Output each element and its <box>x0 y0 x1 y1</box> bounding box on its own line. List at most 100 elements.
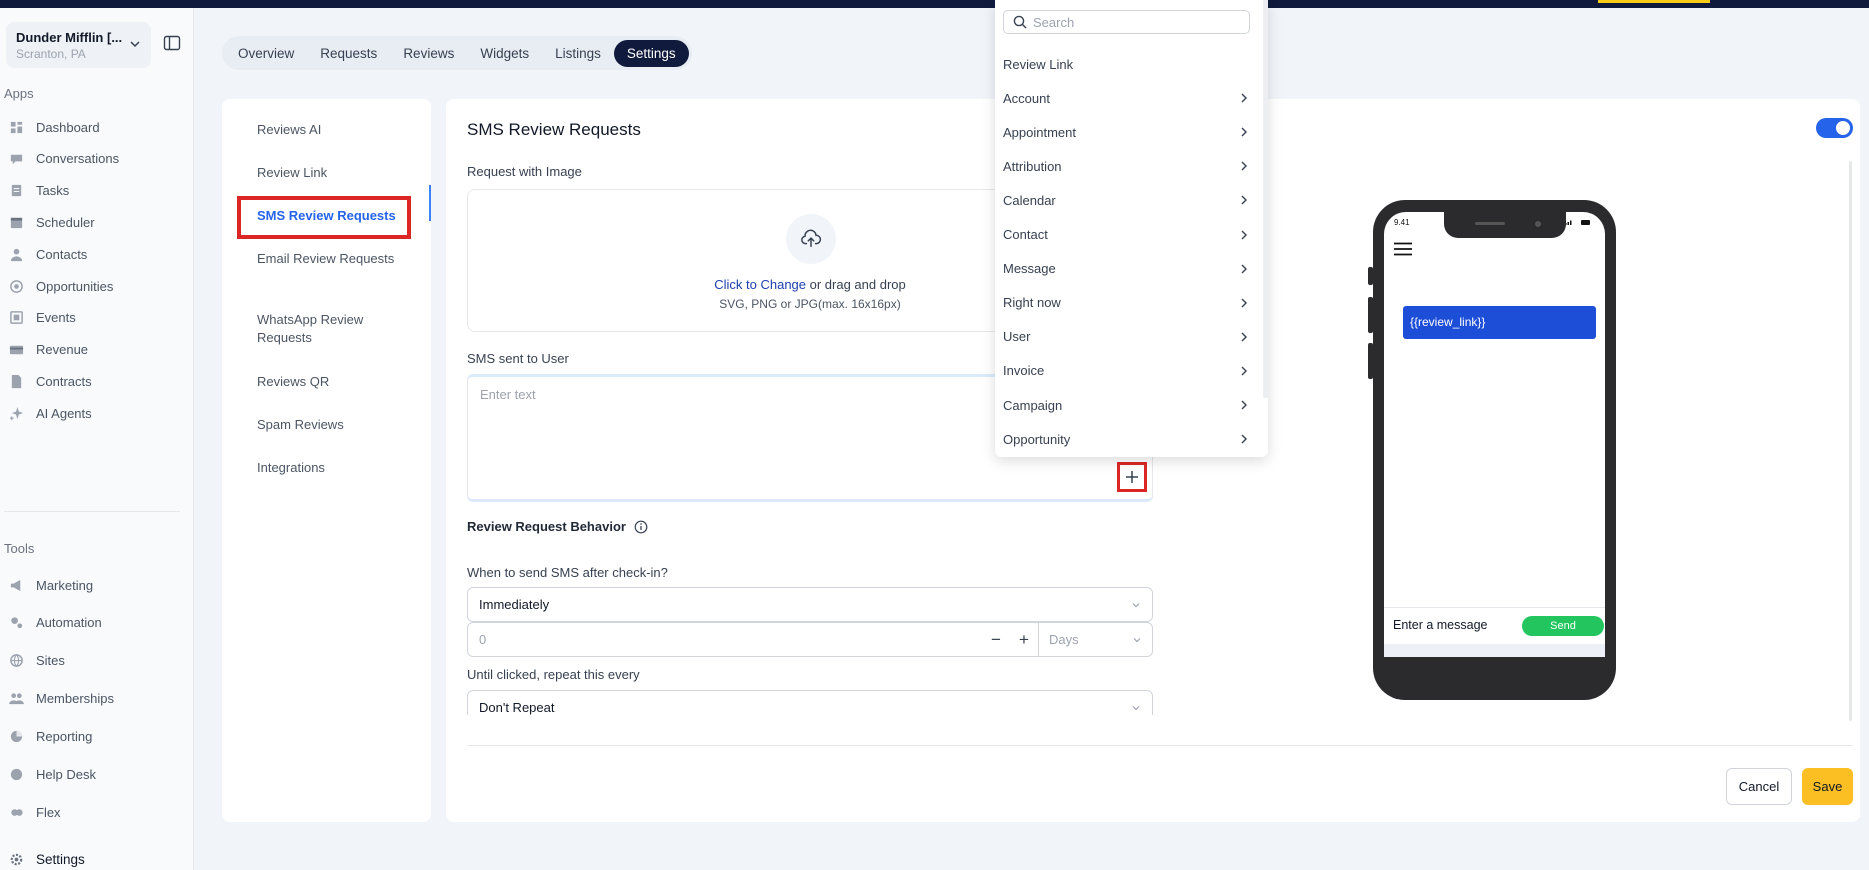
chevron-right-icon <box>1241 332 1247 342</box>
subnav-email-review-requests[interactable]: Email Review Requests <box>257 250 407 268</box>
sidebar-divider <box>4 511 180 512</box>
sidebar-item-ai-agents[interactable]: AI Agents <box>8 400 183 426</box>
sidebar-item-help-desk[interactable]: Help Desk <box>8 762 183 788</box>
tab-widgets[interactable]: Widgets <box>467 40 542 67</box>
dropdown-search[interactable] <box>1003 10 1250 34</box>
when-to-send-select[interactable]: Immediately <box>467 587 1153 622</box>
sidebar-item-contracts[interactable]: Contracts <box>8 368 183 394</box>
phone-speaker <box>1475 222 1505 225</box>
sidebar-item-label: Opportunities <box>36 278 114 294</box>
sidebar: Dunder Mifflin [... Scranton, PA Apps Da… <box>0 8 194 870</box>
tab-settings[interactable]: Settings <box>613 39 689 67</box>
when-to-send-value: Immediately <box>479 597 550 612</box>
top-bar-accent <box>1598 0 1710 3</box>
globe-icon <box>8 653 24 669</box>
tab-requests[interactable]: Requests <box>307 40 390 67</box>
sidebar-item-automation[interactable]: Automation <box>8 610 183 636</box>
sidebar-item-reporting[interactable]: Reporting <box>8 724 183 750</box>
dropdown-item-appointment[interactable]: Appointment <box>1003 119 1251 145</box>
delay-unit-select[interactable]: Days <box>1038 623 1152 656</box>
dropdown-item-label: Attribution <box>1003 158 1062 174</box>
chevron-right-icon <box>1241 230 1247 239</box>
dropdown-item-label: User <box>1003 329 1031 345</box>
sidebar-item-settings[interactable]: Settings <box>8 846 183 870</box>
chevron-right-icon <box>1241 93 1247 103</box>
sidebar-item-memberships[interactable]: Memberships <box>8 686 183 712</box>
subnav-review-link[interactable]: Review Link <box>257 164 407 182</box>
sms-requests-toggle[interactable] <box>1816 118 1853 138</box>
group-icon <box>8 691 24 707</box>
content-scrollbar[interactable] <box>1849 161 1852 721</box>
dropdown-item-label: Message <box>1003 261 1056 277</box>
subnav-reviews-ai[interactable]: Reviews AI <box>257 121 407 139</box>
sidebar-item-label: Conversations <box>36 151 120 167</box>
increment-button[interactable]: + <box>1010 630 1038 650</box>
sidebar-item-opportunities[interactable]: Opportunities <box>8 273 183 299</box>
dropdown-item-right-now[interactable]: Right now <box>1003 290 1251 316</box>
repeat-label: Until clicked, repeat this every <box>467 667 640 682</box>
message-input-bar[interactable]: Enter a message Send <box>1384 607 1605 642</box>
dropdown-item-campaign[interactable]: Campaign <box>1003 392 1251 418</box>
sidebar-item-scheduler[interactable]: Scheduler <box>8 209 183 235</box>
custom-values-dropdown: Review Link Account Appointment Attribution… <box>995 0 1268 457</box>
sidebar-collapse-icon[interactable] <box>163 34 181 52</box>
delay-input-group: 0 − + Days <box>467 622 1153 657</box>
location-switcher[interactable]: Dunder Mifflin [... Scranton, PA <box>6 22 151 68</box>
phone-side-button <box>1368 343 1373 379</box>
info-icon[interactable] <box>634 520 648 534</box>
subnav-whatsapp-review-requests[interactable]: WhatsApp Review Requests <box>257 311 407 347</box>
dropdown-scrollbar[interactable] <box>1263 0 1268 398</box>
top-bar <box>0 0 1869 8</box>
subnav-active-indicator <box>429 185 431 221</box>
insert-custom-value-button[interactable] <box>1117 462 1147 492</box>
message-placeholder: Enter a message <box>1393 618 1488 632</box>
tab-reviews[interactable]: Reviews <box>390 40 467 67</box>
dropdown-item-account[interactable]: Account <box>1003 85 1251 111</box>
delay-value[interactable]: 0 <box>468 632 982 647</box>
sidebar-item-label: Contacts <box>36 246 88 262</box>
sidebar-item-events[interactable]: Events <box>8 305 183 331</box>
sidebar-item-contacts[interactable]: Contacts <box>8 241 183 267</box>
sidebar-item-label: Tasks <box>36 183 70 199</box>
phone-notch <box>1444 212 1566 238</box>
tab-listings[interactable]: Listings <box>542 40 614 67</box>
footer-divider <box>467 745 1853 746</box>
repeat-select[interactable]: Don't Repeat <box>467 690 1153 715</box>
decrement-button[interactable]: − <box>982 630 1010 650</box>
dropdown-item-calendar[interactable]: Calendar <box>1003 187 1251 213</box>
chevron-right-icon <box>1241 127 1247 137</box>
send-button[interactable]: Send <box>1522 616 1604 636</box>
sidebar-item-tasks[interactable]: Tasks <box>8 178 183 204</box>
upload-change-link[interactable]: Click to Change <box>714 277 806 292</box>
dropdown-search-input[interactable] <box>1033 14 1233 30</box>
sidebar-item-label: Flex <box>36 804 61 820</box>
subnav-spam-reviews[interactable]: Spam Reviews <box>257 416 407 434</box>
dropdown-item-label: Opportunity <box>1003 431 1071 447</box>
tab-overview[interactable]: Overview <box>225 40 307 67</box>
dropdown-item-message[interactable]: Message <box>1003 256 1251 282</box>
dropdown-item-opportunity[interactable]: Opportunity <box>1003 426 1251 452</box>
dropdown-item-label: Contact <box>1003 227 1048 242</box>
sidebar-item-dashboard[interactable]: Dashboard <box>8 114 183 140</box>
phone-side-button <box>1368 297 1373 333</box>
dropdown-item-invoice[interactable]: Invoice <box>1003 358 1251 384</box>
sidebar-item-conversations[interactable]: Conversations <box>8 146 183 172</box>
sidebar-item-sites[interactable]: Sites <box>8 648 183 674</box>
sidebar-item-flex[interactable]: Flex <box>8 799 183 825</box>
settings-subnav: Reviews AI Review Link SMS Review Reques… <box>222 99 431 822</box>
subnav-integrations[interactable]: Integrations <box>257 459 407 477</box>
sidebar-item-marketing[interactable]: Marketing <box>8 572 183 598</box>
dropdown-item-attribution[interactable]: Attribution <box>1003 153 1251 179</box>
highlight-box <box>237 196 411 239</box>
dropdown-item-contact[interactable]: Contact <box>1003 222 1251 248</box>
cancel-button[interactable]: Cancel <box>1726 768 1792 805</box>
chat-icon <box>8 151 24 167</box>
sidebar-item-revenue[interactable]: Revenue <box>8 337 183 363</box>
subnav-reviews-qr[interactable]: Reviews QR <box>257 373 407 391</box>
dropdown-item-review-link[interactable]: Review Link <box>1003 51 1251 77</box>
hamburger-menu-icon[interactable] <box>1394 242 1412 256</box>
sidebar-item-label: Reporting <box>36 729 93 745</box>
save-button[interactable]: Save <box>1802 768 1853 805</box>
dropdown-item-user[interactable]: User <box>1003 324 1251 350</box>
chevron-right-icon <box>1241 264 1247 274</box>
